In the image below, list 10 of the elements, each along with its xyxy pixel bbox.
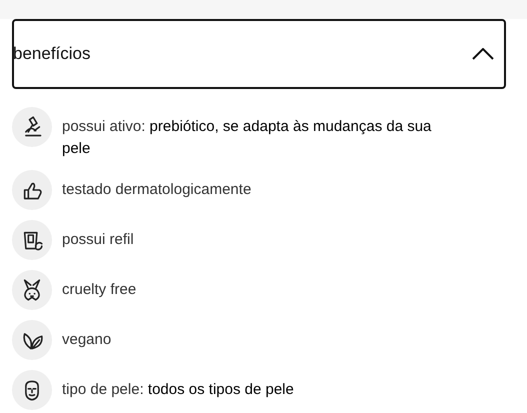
chevron-up-icon — [472, 48, 494, 60]
benefit-text: vegano — [62, 330, 112, 350]
accordion-header[interactable]: benefícios — [12, 19, 506, 89]
benefit-text: tipo de pele: todos os tipos de pele — [62, 380, 295, 400]
benefit-text: testado dermatologicamente — [62, 180, 252, 200]
rabbit-icon — [21, 279, 43, 301]
refill-icon — [21, 229, 43, 251]
benefit-text: possui ativo: prebiótico, se adapta às mudanças da sua pele — [62, 117, 432, 159]
benefit-text: cruelty free — [62, 280, 138, 300]
benefit-text: possui refil — [62, 230, 135, 250]
